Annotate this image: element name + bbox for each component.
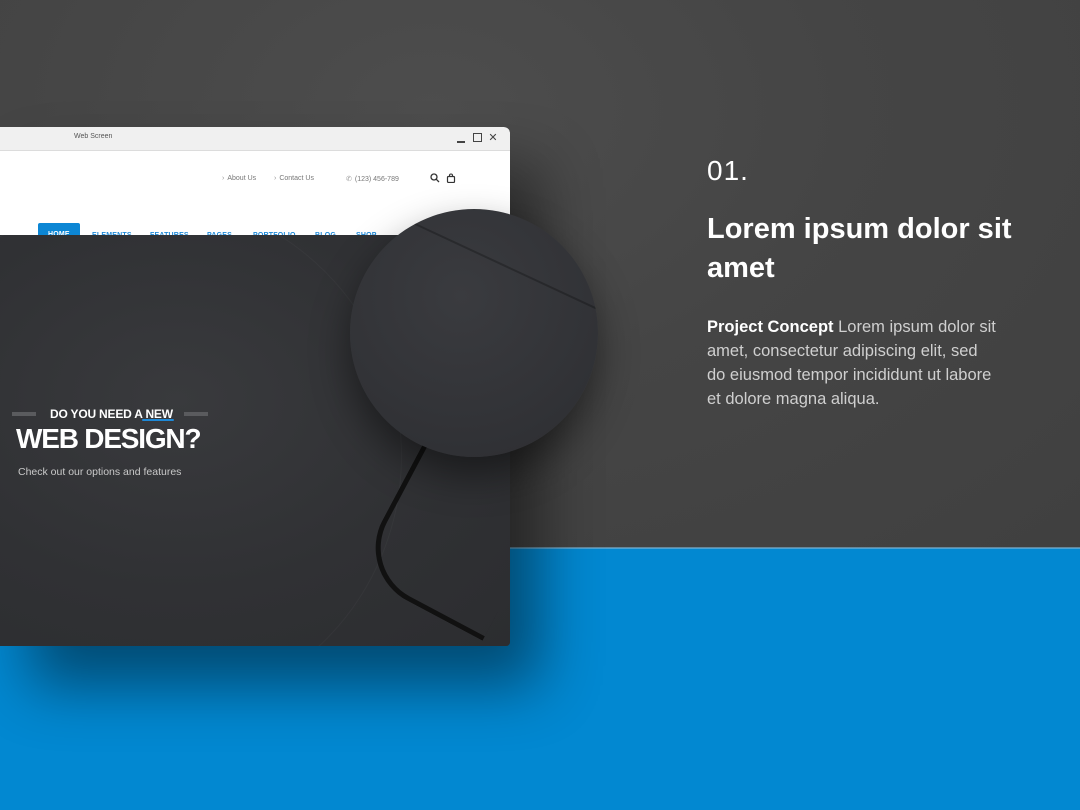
search-icon[interactable] — [430, 173, 440, 183]
cart-icon[interactable] — [446, 173, 456, 183]
magnifier-circle — [350, 209, 598, 457]
close-icon[interactable]: ✕ — [486, 130, 500, 146]
maximize-icon[interactable] — [470, 130, 484, 146]
window-title: Web Screen — [74, 133, 113, 140]
phone-icon: ✆ — [346, 176, 352, 183]
section-body-bold: Project Concept — [707, 318, 834, 336]
section-number: 01. — [707, 155, 749, 186]
topbar-contact-link[interactable]: › Contact Us — [274, 175, 314, 182]
section-title: Lorem ipsum dolor sit amet — [707, 213, 1012, 284]
topbar-about-link[interactable]: › About Us — [222, 175, 256, 182]
minimize-icon[interactable] — [454, 130, 468, 146]
browser-titlebar: Web Screen ✕ — [0, 127, 510, 151]
hero-title: WEB DESIGN? — [16, 423, 202, 454]
section-body: Project Concept Lorem ipsum dolor sit am… — [707, 315, 997, 411]
eyebrow-divider-left — [12, 412, 36, 416]
hero-subtitle: Check out our options and features — [18, 466, 182, 478]
eyebrow-underline — [142, 419, 174, 421]
eyebrow-divider-right — [184, 412, 208, 416]
topbar-phone: ✆ (123) 456-789 — [346, 176, 399, 183]
band-divider — [510, 547, 1080, 549]
